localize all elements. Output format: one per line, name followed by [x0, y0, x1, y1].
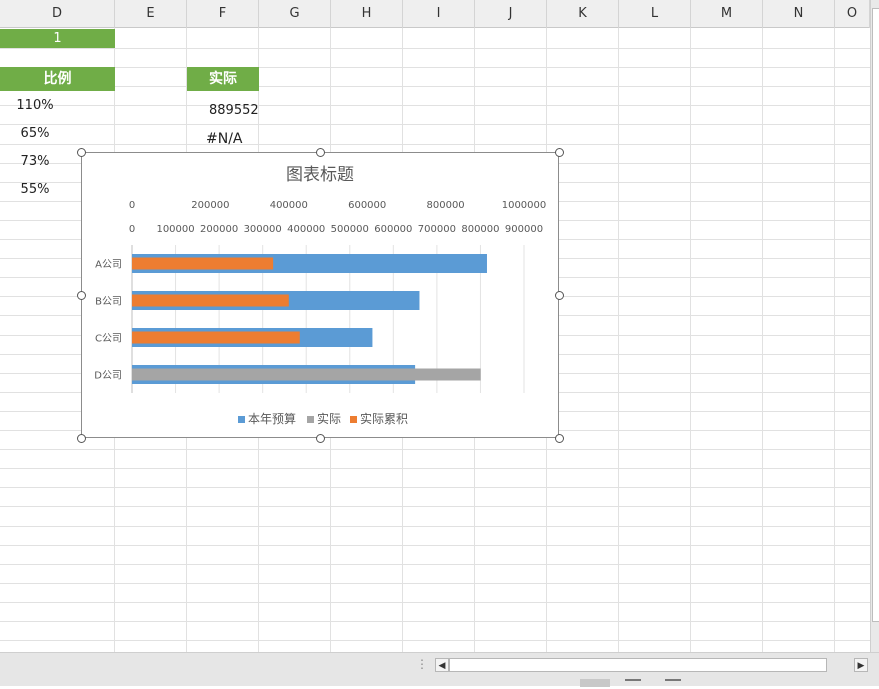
grid-row-line: [0, 583, 870, 584]
grid-row-line: [0, 564, 870, 565]
cell-d2[interactable]: 1: [0, 29, 115, 48]
bar-actual: [132, 368, 481, 381]
chart-title: 图表标题: [286, 165, 354, 185]
primary-axis-tick-label: 100000: [156, 224, 194, 235]
cell-d4-header[interactable]: 比例: [0, 67, 115, 91]
grid-row-line: [0, 602, 870, 603]
primary-axis-tick-label: 700000: [418, 224, 456, 235]
column-header-h[interactable]: H: [331, 0, 403, 28]
cell-d6[interactable]: 65%: [0, 126, 70, 141]
legend-entry: 实际累积: [360, 411, 408, 426]
grid-row-line: [0, 144, 870, 145]
column-header-o[interactable]: O: [835, 0, 870, 28]
category-label: C公司: [95, 334, 122, 345]
cell-f6[interactable]: #N/A: [206, 131, 266, 147]
scroll-right-button[interactable]: ▶: [854, 658, 868, 672]
grid-row-line: [0, 468, 870, 469]
resize-handle[interactable]: [76, 290, 86, 300]
grid-row-line: [0, 506, 870, 507]
primary-axis-tick-label: 500000: [331, 224, 369, 235]
bar-cumulative: [132, 294, 289, 307]
column-header-k[interactable]: K: [547, 0, 619, 28]
column-header-m[interactable]: M: [691, 0, 763, 28]
resize-handle[interactable]: [554, 147, 564, 157]
secondary-axis-tick-label: 800000: [427, 200, 465, 211]
column-header-g[interactable]: G: [259, 0, 331, 28]
grid-row-line: [0, 449, 870, 450]
secondary-axis-tick-label: 600000: [348, 200, 386, 211]
grid-row-line: [0, 124, 870, 125]
category-label: D公司: [94, 371, 122, 382]
secondary-axis-tick-label: 400000: [270, 200, 308, 211]
page-break-view-icon[interactable]: [665, 679, 681, 689]
secondary-axis-tick-label: 200000: [191, 200, 229, 211]
splitter-grip-icon[interactable]: ⋮: [416, 657, 428, 671]
primary-axis-tick-label: 200000: [200, 224, 238, 235]
grid-row-line: [0, 67, 870, 68]
chart-canvas: 图表标题 0 200000 400000 600000 800000 1000000 0 100…: [94, 165, 547, 426]
resize-handle[interactable]: [315, 147, 325, 157]
cell-d5[interactable]: 110%: [0, 98, 70, 113]
grid-column-line: [834, 28, 835, 652]
primary-axis-tick-label: 400000: [287, 224, 325, 235]
spreadsheet: DEFGHIJKLMNO 1 比例 实际 110% 65% 73% 55% 88…: [0, 0, 870, 652]
bar-chart[interactable]: 图表标题 0 200000 400000 600000 800000 1000000 0 100…: [81, 152, 559, 438]
column-header-d[interactable]: D: [0, 0, 115, 28]
grid-row-line: [0, 621, 870, 622]
resize-handle[interactable]: [76, 147, 86, 157]
grid-row-line: [0, 487, 870, 488]
category-label: A公司: [95, 260, 122, 271]
grid-column-line: [618, 28, 619, 652]
grid-row-line: [0, 545, 870, 546]
legend-entry: 实际: [317, 411, 341, 426]
page-layout-view-icon[interactable]: [625, 679, 641, 689]
status-bar: ⋮ ◀ ▶: [0, 652, 879, 689]
scroll-left-button[interactable]: ◀: [435, 658, 449, 672]
secondary-axis-tick-label: 0: [129, 200, 135, 211]
column-header-j[interactable]: J: [475, 0, 547, 28]
secondary-axis-tick-label: 1000000: [502, 200, 547, 211]
cell-f4-header[interactable]: 实际: [187, 67, 259, 91]
primary-axis-tick-label: 800000: [461, 224, 499, 235]
resize-handle[interactable]: [76, 433, 86, 443]
grid-column-line: [690, 28, 691, 652]
grid-row-line: [0, 48, 870, 49]
primary-axis-tick-label: 900000: [505, 224, 543, 235]
primary-axis-tick-label: 300000: [244, 224, 282, 235]
column-header-i[interactable]: I: [403, 0, 475, 28]
bar-cumulative: [132, 257, 274, 270]
column-header-f[interactable]: F: [187, 0, 259, 28]
primary-axis-tick-label: 0: [129, 224, 135, 235]
column-header-n[interactable]: N: [763, 0, 835, 28]
vertical-scrollbar[interactable]: [870, 0, 879, 652]
grid-row-line: [0, 86, 870, 87]
resize-handle[interactable]: [315, 433, 325, 443]
horizontal-scrollbar[interactable]: [449, 658, 827, 672]
vertical-scroll-thumb[interactable]: [872, 8, 879, 622]
column-header-e[interactable]: E: [115, 0, 187, 28]
bar-cumulative: [132, 331, 300, 344]
legend-swatch: [307, 416, 314, 423]
grid-row-line: [0, 105, 870, 106]
legend-swatch: [238, 416, 245, 423]
grid-row-line: [0, 526, 870, 527]
cell-d8[interactable]: 55%: [0, 182, 70, 197]
grid-row-line: [0, 640, 870, 641]
cell-d7[interactable]: 73%: [0, 154, 70, 169]
legend-swatch: [350, 416, 357, 423]
primary-axis-tick-label: 600000: [374, 224, 412, 235]
resize-handle[interactable]: [554, 290, 564, 300]
column-header-bar: DEFGHIJKLMNO: [0, 0, 870, 28]
resize-handle[interactable]: [554, 433, 564, 443]
column-header-l[interactable]: L: [619, 0, 691, 28]
category-label: B公司: [95, 297, 122, 308]
legend-entry: 本年预算: [248, 411, 296, 426]
cell-f5[interactable]: 889552: [209, 103, 269, 118]
grid-column-line: [762, 28, 763, 652]
